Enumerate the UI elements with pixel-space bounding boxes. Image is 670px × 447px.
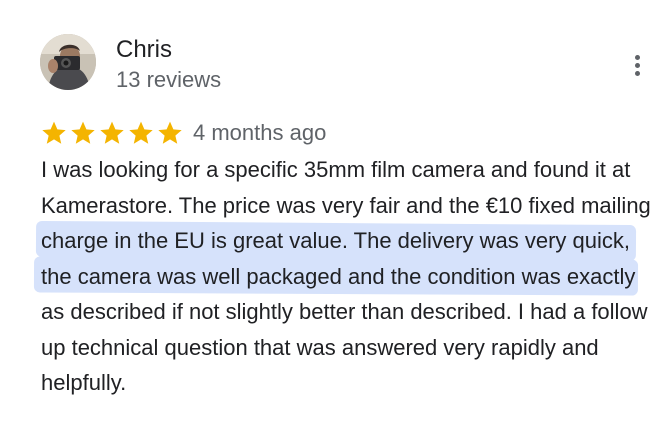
review-date: 4 months ago xyxy=(193,120,327,145)
star-rating xyxy=(40,119,185,147)
star-icon xyxy=(71,121,95,144)
more-vert-icon-dot xyxy=(635,63,640,68)
star-icon xyxy=(42,121,66,144)
avatar[interactable] xyxy=(40,34,96,90)
review-card: Chris 13 reviews 4 months ago I was look… xyxy=(0,0,670,447)
star-icon xyxy=(158,121,182,144)
reviewer-review-count[interactable]: 13 reviews xyxy=(116,67,221,93)
avatar-photo xyxy=(40,34,96,90)
more-options-button[interactable] xyxy=(626,52,648,80)
more-vert-icon xyxy=(635,55,640,60)
reviewer-name[interactable]: Chris xyxy=(116,36,172,64)
review-text: I was looking for a specific 35mm film c… xyxy=(41,152,651,401)
rating-row: 4 months ago xyxy=(40,118,326,148)
star-icon xyxy=(129,121,153,144)
more-vert-icon-dot xyxy=(635,71,640,76)
star-icon xyxy=(100,121,124,144)
